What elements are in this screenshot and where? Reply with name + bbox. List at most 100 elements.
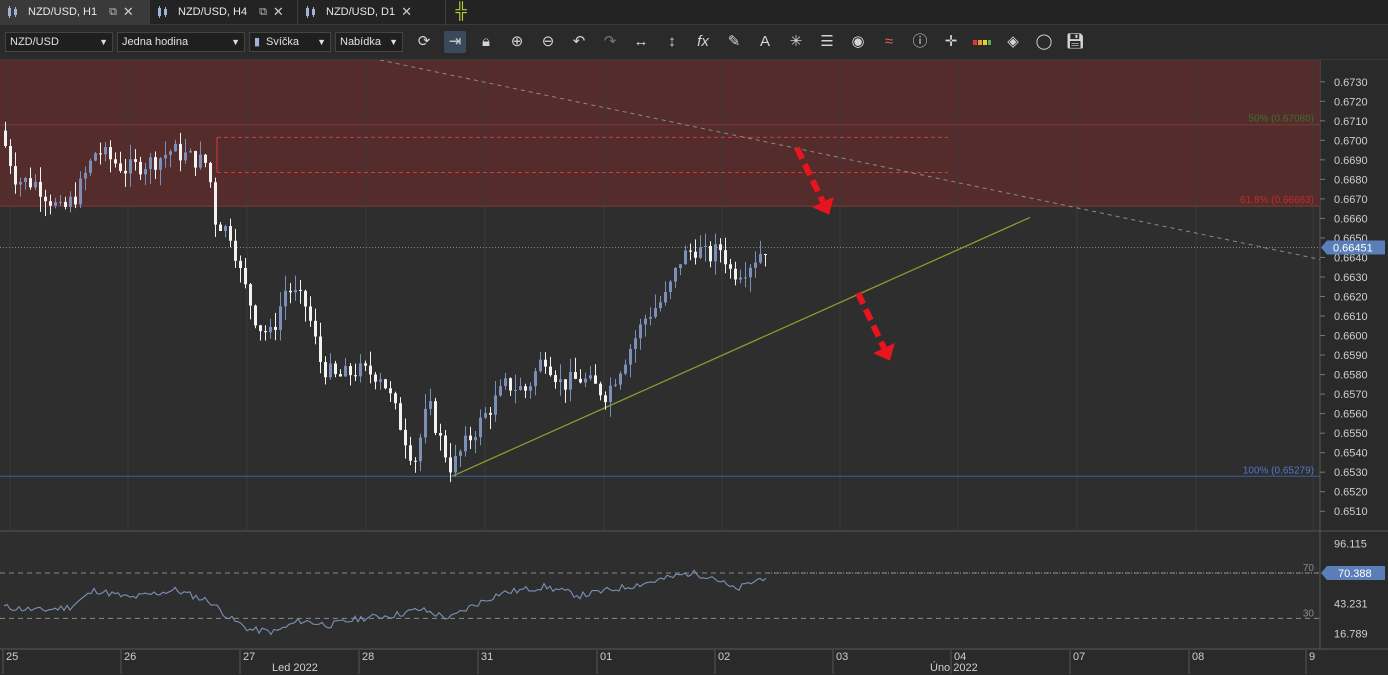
price-tick-label: 0.6590 [1334, 350, 1368, 362]
lock-icon[interactable]: 🔒︎ [475, 31, 497, 53]
time-tick-label: 08 [1192, 651, 1204, 663]
crosshair-tool-icon[interactable]: ✳ [785, 31, 807, 53]
candle-body [714, 244, 717, 262]
vertical-line-icon[interactable]: ↕ [661, 31, 683, 53]
candle-body [699, 247, 702, 258]
candle-body [384, 379, 387, 389]
candle-body [209, 162, 212, 183]
candle-body [369, 365, 372, 375]
zoom-in-icon[interactable]: ⊕ [506, 31, 528, 53]
time-tick-label: 25 [6, 651, 18, 663]
time-tick-label: 02 [718, 651, 730, 663]
candle-body [409, 445, 412, 461]
candle-body [214, 182, 217, 225]
price-tick-label: 0.6620 [1334, 292, 1368, 304]
candle-body [229, 226, 232, 241]
candlestick-icon [306, 6, 315, 18]
candle-body [299, 289, 302, 291]
refresh-icon[interactable]: ⟳ [413, 31, 435, 53]
candle-body [234, 240, 237, 261]
undo-icon[interactable]: ↶ [568, 31, 590, 53]
save-icon[interactable]: 💾︎ [1064, 31, 1086, 53]
chart-type-select[interactable]: ▮ Svíčka ▼ [249, 32, 331, 52]
candle-body [169, 151, 172, 155]
candle-body [159, 158, 162, 170]
timeframe-select[interactable]: Jedna hodina ▼ [117, 32, 245, 52]
info-icon[interactable]: ⓘ [909, 31, 931, 53]
candle-body [634, 338, 637, 349]
candle-body [604, 395, 607, 403]
layers-icon[interactable]: ☰ [816, 31, 838, 53]
candle-body [364, 363, 367, 366]
price-tick-label: 0.6660 [1334, 213, 1368, 225]
price-tick-label: 0.6670 [1334, 194, 1368, 206]
candle-body [514, 389, 517, 391]
candle-body [59, 201, 62, 203]
fib-label: 61.8% (0.66663) [1240, 195, 1314, 206]
time-tick-label: 26 [124, 651, 136, 663]
pencil-icon[interactable]: ✎ [723, 31, 745, 53]
candle-body [494, 395, 497, 415]
close-icon[interactable]: ✕ [123, 4, 134, 20]
close-icon[interactable]: ✕ [273, 4, 284, 20]
candle-body [594, 375, 597, 384]
tab-nzdusd-h4[interactable]: NZD/USD, H4 ⧉ ✕ [150, 0, 298, 24]
candle-body [179, 143, 182, 161]
candle-body [139, 161, 142, 175]
candle-body [624, 364, 627, 374]
redo-icon[interactable]: ↷ [599, 31, 621, 53]
zoom-out-icon[interactable]: ⊖ [537, 31, 559, 53]
candle-body [334, 363, 337, 375]
candle-body [399, 403, 402, 430]
candle-body [589, 375, 592, 379]
price-tick-label: 0.6700 [1334, 135, 1368, 147]
price-tick-label: 0.6520 [1334, 487, 1368, 499]
tab-nzdusd-d1[interactable]: NZD/USD, D1 ✕ [298, 0, 446, 24]
add-tab-icon[interactable]: ╬ [452, 3, 470, 21]
candle-body [574, 372, 577, 379]
candle-body [684, 250, 687, 265]
text-icon[interactable]: A [754, 31, 776, 53]
popout-icon[interactable]: ⧉ [109, 6, 117, 19]
candle-body [439, 432, 442, 436]
scroll-end-icon[interactable]: ⇥ [444, 31, 466, 53]
signal-icon[interactable]: ≈ [878, 31, 900, 53]
candle-body [744, 277, 747, 279]
eye-icon[interactable]: ◉ [847, 31, 869, 53]
chart-area[interactable]: 50% (0.67080) 61.8% (0.66663) 100% (0.6527… [0, 60, 1388, 675]
rsi-scale-label: 43.231 [1334, 598, 1368, 610]
candle-body [119, 163, 122, 171]
circle-icon[interactable]: ◯ [1033, 31, 1055, 53]
close-icon[interactable]: ✕ [401, 4, 412, 20]
candle-body [9, 146, 12, 167]
candle-body [344, 366, 347, 377]
current-price-label: 0.66451 [1333, 243, 1373, 255]
candle-body [654, 308, 657, 317]
candle-body [724, 250, 727, 265]
candle-body [754, 262, 757, 268]
candle-body [109, 147, 112, 160]
candle-body [519, 386, 522, 390]
symbol-select[interactable]: NZD/USD ▼ [5, 32, 113, 52]
candle-body [239, 260, 242, 269]
color-palette-icon[interactable] [971, 31, 993, 53]
price-type-select[interactable]: Nabídka ▼ [335, 32, 403, 52]
candle-body [659, 302, 662, 309]
candle-body [274, 326, 277, 330]
candle-body [199, 154, 202, 168]
tab-nzdusd-h1[interactable]: NZD/USD, H1 ⧉ ✕ [0, 0, 150, 24]
candle-body [614, 384, 617, 386]
candle-body [669, 281, 672, 293]
fill-icon[interactable]: ◈ [1002, 31, 1024, 53]
candle-body [414, 460, 417, 462]
candle-body [184, 152, 187, 161]
candle-body [114, 159, 117, 164]
price-tick-label: 0.6510 [1334, 506, 1368, 518]
candle-body [84, 172, 87, 179]
time-tick-label: 01 [600, 651, 612, 663]
cross-icon[interactable]: ✛ [940, 31, 962, 53]
popout-icon[interactable]: ⧉ [259, 6, 267, 19]
candle-body [509, 378, 512, 391]
indicator-fx-icon[interactable]: fx [692, 31, 714, 53]
horizontal-line-icon[interactable]: ↔ [630, 31, 652, 53]
